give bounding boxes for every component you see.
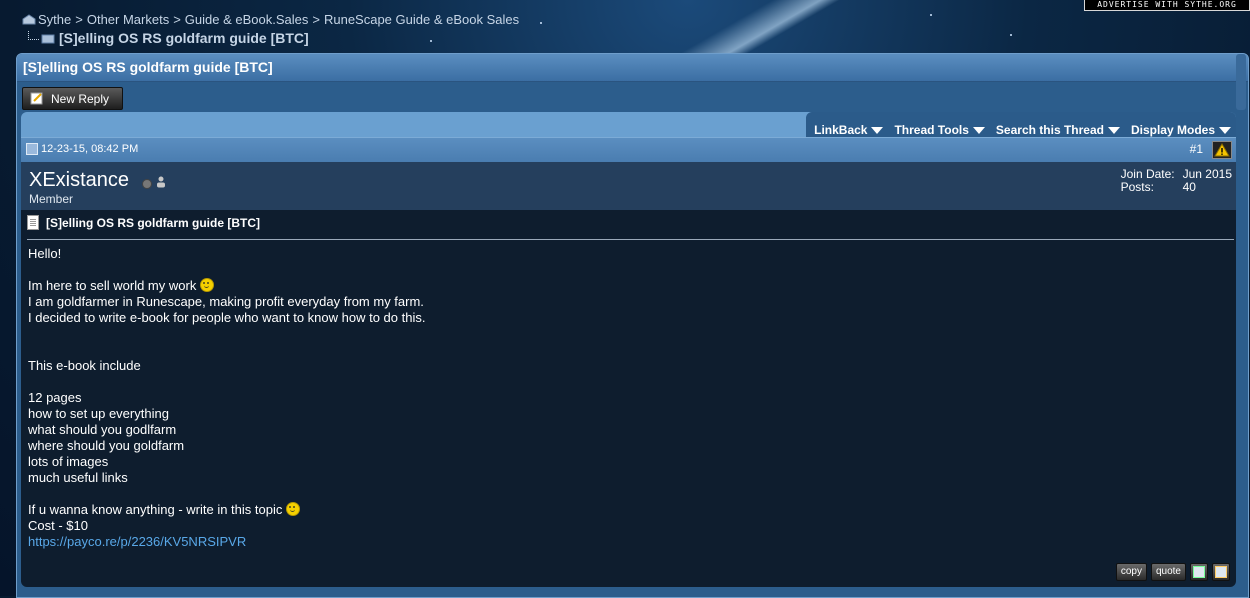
search-thread-menu[interactable]: Search this Thread xyxy=(996,123,1120,137)
report-icon[interactable] xyxy=(1212,141,1232,159)
breadcrumb-current: [S]elling OS RS goldfarm guide [BTC] xyxy=(28,30,309,46)
search-thread-label: Search this Thread xyxy=(995,123,1104,137)
thread-tools-bar: LinkBack Thread Tools Search this Thread… xyxy=(21,112,1236,141)
background-star xyxy=(1010,34,1012,36)
post-line: This e-book include xyxy=(28,358,141,373)
post-body: [S]elling OS RS goldfarm guide [BTC] Hel… xyxy=(21,210,1236,587)
thread-panel: [S]elling OS RS goldfarm guide [BTC] New… xyxy=(16,53,1249,598)
post-title-text: [S]elling OS RS goldfarm guide [BTC] xyxy=(46,215,260,230)
folder-icon xyxy=(41,34,55,43)
divider xyxy=(27,239,1234,240)
offline-status-icon xyxy=(142,179,152,189)
new-reply-label: New Reply xyxy=(51,91,110,106)
post-line: lots of images xyxy=(28,454,109,469)
quote-button[interactable]: quote xyxy=(1150,563,1186,581)
post-line: Hello! xyxy=(28,246,62,261)
post-number-link[interactable]: #1 xyxy=(1190,142,1203,156)
breadcrumb-guide-ebook-sales[interactable]: Guide & eBook.Sales xyxy=(185,12,309,27)
breadcrumb: Sythe > Other Markets > Guide & eBook.Sales >… xyxy=(22,12,519,27)
posts-label: Posts: xyxy=(1120,180,1154,194)
post-line: what should you godlfarm xyxy=(28,422,177,437)
post-line: Cost - $10 xyxy=(28,518,88,533)
post-line-text: If u wanna know anything - write in this… xyxy=(28,502,283,517)
multiquote-button[interactable] xyxy=(1190,563,1208,581)
thread-title: [S]elling OS RS goldfarm guide [BTC] xyxy=(17,54,1248,82)
breadcrumb-separator: > xyxy=(75,12,83,27)
edit-icon xyxy=(1215,566,1227,578)
post-line: If u wanna know anything - write in this… xyxy=(28,502,425,518)
user-title: Member xyxy=(29,192,74,206)
breadcrumb-runescape-guide[interactable]: RuneScape Guide & eBook Sales xyxy=(324,12,519,27)
thread-tools-menu-button[interactable]: Thread Tools xyxy=(894,123,985,137)
post-line-text: Im here to sell world my work xyxy=(28,278,197,293)
edit-button[interactable] xyxy=(1212,563,1230,581)
scrollbar[interactable] xyxy=(1236,54,1246,110)
caret-down-icon xyxy=(972,126,985,134)
breadcrumb-separator: > xyxy=(312,12,320,27)
post-header: 12-23-15, 08:42 PM #1 xyxy=(21,137,1236,162)
breadcrumb-separator: > xyxy=(173,12,181,27)
smiley-icon xyxy=(200,278,215,292)
post-line: 12 pages xyxy=(28,390,82,405)
breadcrumb-other-markets[interactable]: Other Markets xyxy=(87,12,169,27)
post-line: much useful links xyxy=(28,470,128,485)
display-modes-label: Display Modes xyxy=(1130,123,1215,137)
post-actions: copy quote xyxy=(1112,563,1230,581)
post-icon xyxy=(26,143,38,155)
document-icon xyxy=(27,215,39,230)
new-reply-button[interactable]: New Reply xyxy=(22,87,123,110)
display-modes-menu[interactable]: Display Modes xyxy=(1131,123,1231,137)
payment-link[interactable]: https://payco.re/p/2236/KV5NRSIPVR xyxy=(28,534,246,549)
background-star xyxy=(430,40,432,42)
smiley-icon xyxy=(286,502,301,516)
post-line: how to set up everything xyxy=(28,406,169,421)
caret-down-icon xyxy=(1219,126,1231,134)
post-line: https://payco.re/p/2236/KV5NRSIPVR xyxy=(28,534,425,550)
linkback-label: LinkBack xyxy=(814,123,868,137)
linkback-menu[interactable]: LinkBack xyxy=(814,123,884,137)
post-content: Hello! Im here to sell world my work I a… xyxy=(28,246,425,550)
background-star xyxy=(540,22,542,24)
breadcrumb-sythe[interactable]: Sythe xyxy=(38,12,71,27)
tree-line xyxy=(28,30,39,40)
post-line: I am goldfarmer in Runescape, making pro… xyxy=(28,294,424,309)
user-stats: Join Date: Jun 2015 Posts: 40 xyxy=(1121,168,1232,194)
thread-tools-label: Thread Tools xyxy=(894,123,969,137)
advertise-banner[interactable]: ADVERTISE WITH SYTHE.ORG xyxy=(1084,0,1250,11)
home-icon xyxy=(22,14,36,25)
breadcrumb-current-title: [S]elling OS RS goldfarm guide [BTC] xyxy=(59,30,309,46)
post-line: where should you goldfarm xyxy=(28,438,185,453)
caret-down-icon xyxy=(1107,126,1120,134)
post-username[interactable]: XExistance xyxy=(29,169,129,192)
post-date-text: 12-23-15, 08:42 PM xyxy=(41,143,139,155)
copy-button[interactable]: copy xyxy=(1115,563,1147,581)
post-user-info: XExistance Member Join Date: Jun 2015 Pos… xyxy=(21,162,1236,210)
caret-down-icon xyxy=(871,126,884,134)
post-title: [S]elling OS RS goldfarm guide [BTC] xyxy=(27,215,260,230)
new-reply-icon xyxy=(30,92,43,105)
multiquote-icon xyxy=(1193,566,1205,578)
post-line: I decided to write e-book for people who… xyxy=(28,310,426,325)
posts-value: 40 xyxy=(1182,180,1196,194)
post-date: 12-23-15, 08:42 PM xyxy=(26,143,138,155)
background-star xyxy=(930,14,932,16)
user-icon[interactable] xyxy=(156,176,166,188)
post-line: Im here to sell world my work xyxy=(28,278,425,294)
